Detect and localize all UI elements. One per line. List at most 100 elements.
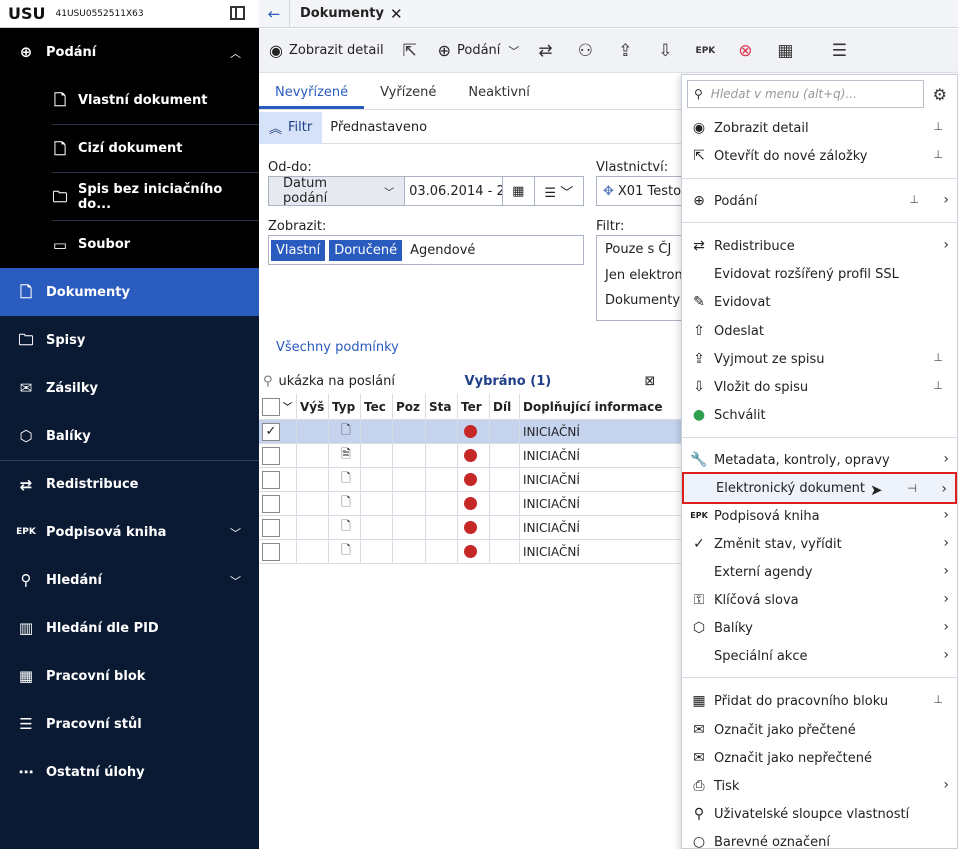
sidebar-item-pracovni-stul[interactable]: ☰ Pracovní stůl <box>0 700 259 748</box>
column-header[interactable]: Tec <box>361 394 393 419</box>
chip-agendove[interactable]: Agendové <box>410 243 475 258</box>
menu-item-podpisova-kniha[interactable]: EPK Podpisová kniha › <box>682 502 957 530</box>
menu-search-input[interactable]: ⚲ Hledat v menu (alt+q)... <box>687 80 924 108</box>
pin-icon[interactable]: ⊥ <box>933 148 943 161</box>
menu-item-metadata[interactable]: 🔧 Metadata, kontroly, opravy › <box>682 446 957 474</box>
sidebar-collapse-icon[interactable] <box>230 6 245 20</box>
menu-item-pridat-blok[interactable]: ▦ Přidat do pracovního bloku ⊥ <box>682 687 957 715</box>
menu-item-vyjmout[interactable]: ⇪ Vyjmout ze spisu ⊥ <box>682 345 957 373</box>
row-checkbox[interactable] <box>262 470 280 489</box>
menu-item-tisk[interactable]: ⎙ Tisk › <box>682 772 957 800</box>
pin-icon[interactable]: ⊥ <box>933 351 943 364</box>
tab-vyrizene[interactable]: Vyřízené <box>364 85 452 109</box>
calendar-icon[interactable]: ▦ <box>501 177 534 205</box>
pin-icon[interactable]: ⊥ <box>909 193 919 206</box>
column-header[interactable]: Výš <box>297 394 329 419</box>
vlastnictvi-field[interactable]: ✥ X01 Testo <box>596 176 686 206</box>
sidebar-item-podpisova-kniha[interactable]: EPK Podpisová kniha ﹀ <box>0 508 259 556</box>
row-checkbox[interactable]: ✓ <box>262 422 280 441</box>
table-row[interactable]: 🗋 INICIAČNÍ <box>259 492 689 516</box>
row-checkbox[interactable] <box>262 542 280 561</box>
table-row[interactable]: ✓ 🗋 INICIAČNÍ <box>259 420 689 444</box>
menu-item-otevrit-zalozku[interactable]: ⇱ Otevřít do nové záložky ⊥ <box>682 142 957 170</box>
all-conditions-link[interactable]: Všechny podmínky <box>276 340 399 355</box>
filtr-option[interactable]: Dokumenty <box>597 288 686 313</box>
column-header[interactable]: Doplňující informace <box>520 394 689 419</box>
table-row[interactable]: 🗎 INICIAČNÍ <box>259 444 689 468</box>
menu-item-redistribuce[interactable]: ⇄ Redistribuce › <box>682 232 957 260</box>
column-header[interactable]: Typ <box>329 394 361 419</box>
sidebar-item-hledani-pid[interactable]: ▥ Hledání dle PID <box>0 604 259 652</box>
select-all-checkbox[interactable] <box>262 397 280 416</box>
list-options-icon[interactable]: ☰ ﹀ <box>533 177 583 205</box>
pin-icon[interactable]: ⊣ <box>907 482 917 495</box>
menu-item-odeslat[interactable]: ⇧ Odeslat <box>682 317 957 345</box>
pin-icon[interactable]: ⊥ <box>933 120 943 133</box>
menu-item-externi-agendy[interactable]: Externí agendy › <box>682 558 957 586</box>
menu-item-barevne-oznaceni[interactable]: ○ Barevné označení <box>682 828 957 849</box>
excel-export-icon[interactable]: ⊠ <box>645 374 656 389</box>
pin-icon[interactable]: ⊥ <box>933 379 943 392</box>
import-icon[interactable]: ⇩ <box>653 39 677 63</box>
column-header[interactable]: Sta <box>426 394 458 419</box>
column-header[interactable]: Poz <box>393 394 426 419</box>
row-checkbox[interactable] <box>262 494 280 513</box>
filter-toggle-button[interactable]: ︽ Filtr <box>259 111 323 144</box>
calendar-add-icon[interactable]: ▦ <box>773 39 797 63</box>
sidebar-subitem-spis[interactable]: 🗀 Spis bez iniciačního do... <box>52 172 259 220</box>
menu-item-evidovat[interactable]: ✎ Evidovat <box>682 288 957 316</box>
menu-item-evidovat-ssl[interactable]: Evidovat rozšířený profil SSL <box>682 260 957 288</box>
sidebar-subitem-cizi[interactable]: 🗋 Cizí dokument <box>52 124 259 172</box>
row-checkbox[interactable] <box>262 518 280 537</box>
tab-neaktivni[interactable]: Neaktivní <box>452 85 545 109</box>
menu-item-zmenit-stav[interactable]: ✓ Změnit stav, vyřídit › <box>682 530 957 558</box>
epk-add-icon[interactable]: EPK <box>693 39 717 63</box>
column-header[interactable]: Ter <box>458 394 490 419</box>
redistribute-icon[interactable]: ⇄ <box>533 39 557 63</box>
sidebar-item-hledani[interactable]: ⚲ Hledání ﹀ <box>0 556 259 604</box>
export-icon[interactable]: ⇪ <box>613 39 637 63</box>
sidebar-item-zasilky[interactable]: ✉ Zásilky <box>0 364 259 412</box>
filtr-option[interactable]: Pouze s ČJ <box>597 236 686 263</box>
gear-icon[interactable]: ⚙ <box>933 85 947 104</box>
chevron-down-icon[interactable]: ﹀ <box>283 400 292 413</box>
chip-vlastni[interactable]: Vlastní <box>271 239 326 261</box>
row-checkbox[interactable] <box>262 446 280 465</box>
menu-item-vlozit[interactable]: ⇩ Vložit do spisu ⊥ <box>682 373 957 401</box>
close-icon[interactable]: ✕ <box>390 5 403 23</box>
menu-item-zobrazit-detail[interactable]: ◉ Zobrazit detail ⊥ <box>682 114 957 142</box>
user-assign-icon[interactable]: ⚇ <box>573 39 597 63</box>
menu-item-specialni-akce[interactable]: Speciální akce › <box>682 642 957 670</box>
pin-icon[interactable]: ⊥ <box>933 693 943 706</box>
hamburger-menu-icon[interactable]: ☰ <box>827 39 851 63</box>
table-row[interactable]: 🗋 INICIAČNÍ <box>259 540 689 564</box>
show-detail-button[interactable]: ◉ Zobrazit detail <box>269 41 384 60</box>
sidebar-item-podani[interactable]: ⊕ Podání ︿ <box>0 28 259 76</box>
back-arrow-icon[interactable]: ← <box>259 5 289 23</box>
tab-dokumenty[interactable]: Dokumenty <box>289 0 384 28</box>
menu-item-oznacit-prectene[interactable]: ✉ Označit jako přečtené <box>682 716 957 744</box>
open-external-icon[interactable]: ⇱ <box>398 39 422 63</box>
menu-item-schvalit[interactable]: ● Schválit <box>682 401 957 429</box>
cancel-icon[interactable]: ⊗ <box>733 39 757 63</box>
sidebar-item-redistribuce[interactable]: ⇄ Redistribuce <box>0 460 259 508</box>
tab-nevyrizene[interactable]: Nevyřízené <box>259 85 365 109</box>
menu-item-baliky[interactable]: ⬡ Balíky › <box>682 614 957 642</box>
menu-item-oznacit-neprectene[interactable]: ✉ Označit jako nepřečtené <box>682 744 957 772</box>
chip-dorucene[interactable]: Doručené <box>329 239 403 261</box>
sidebar-subitem-vlastni[interactable]: 🗋 Vlastní dokument <box>52 76 259 124</box>
podani-dropdown-button[interactable]: ⊕ Podání ﹀ <box>438 41 520 60</box>
sidebar-item-ostatni[interactable]: ⋯ Ostatní úlohy <box>0 748 259 796</box>
date-type-select[interactable]: Datum podání ﹀ <box>269 176 406 206</box>
date-input[interactable]: 03.06.2014 - 23 <box>405 184 502 199</box>
sidebar-item-dokumenty[interactable]: 🗋 Dokumenty <box>0 268 259 316</box>
column-header[interactable]: Díl <box>490 394 520 419</box>
sidebar-subitem-soubor[interactable]: ▭ Soubor <box>52 220 259 268</box>
menu-item-elektronicky-dokument[interactable]: Elektronický dokument ⊣ › ➤ <box>682 472 957 504</box>
sidebar-item-spisy[interactable]: 🗀 Spisy <box>0 316 259 364</box>
menu-item-uzivatelske-sloupce[interactable]: ⚲ Uživatelské sloupce vlastností <box>682 800 957 828</box>
sidebar-item-pracovni-blok[interactable]: ▦ Pracovní blok <box>0 652 259 700</box>
filtr-option[interactable]: Jen elektroni <box>597 263 686 288</box>
menu-item-klicova-slova[interactable]: ⚿ Klíčová slova › <box>682 586 957 614</box>
sidebar-item-baliky[interactable]: ⬡ Balíky <box>0 412 259 460</box>
